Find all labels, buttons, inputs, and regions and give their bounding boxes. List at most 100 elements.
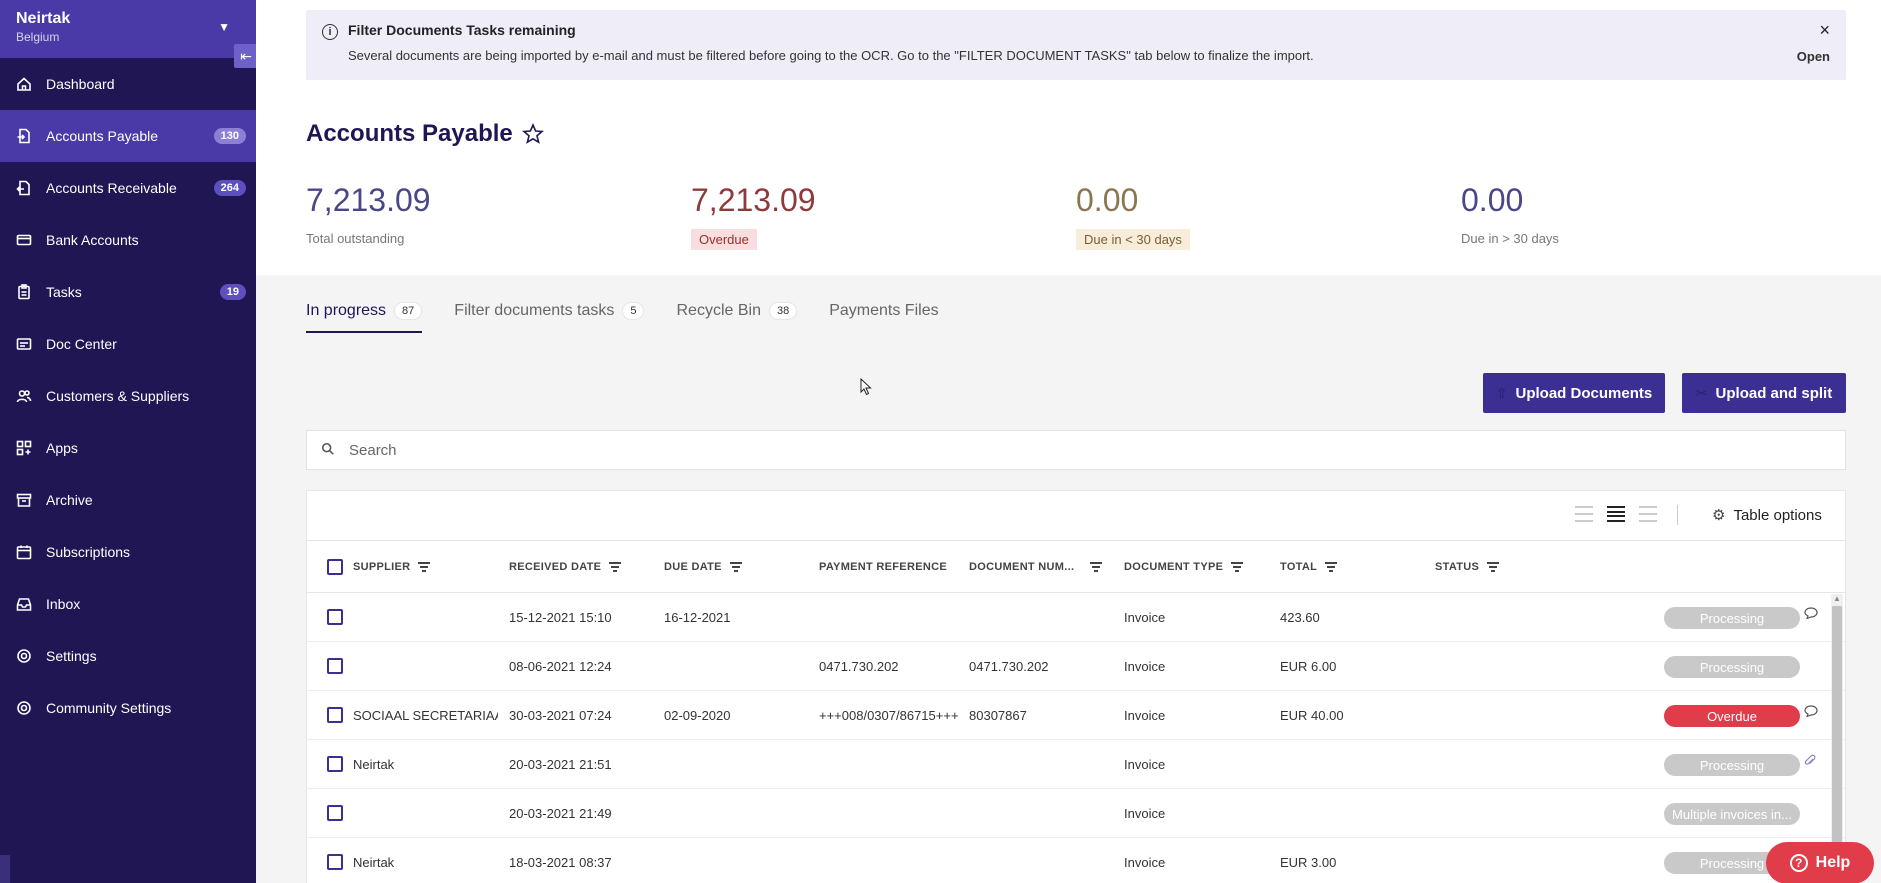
sidebar-item-label: Accounts Receivable (46, 180, 177, 196)
alert-title: Filter Documents Tasks remaining (348, 22, 576, 38)
sidebar-item-subscriptions[interactable]: Subscriptions (0, 526, 256, 578)
tab-label: Payments Files (829, 302, 939, 319)
org-switcher[interactable]: Neirtak Belgium ▼ (0, 0, 256, 58)
table-row[interactable]: 15-12-2021 15:10 16-12-2021 Invoice 423.60 P… (307, 593, 1845, 642)
column-header[interactable]: DOCUMENT TYPE (1124, 561, 1244, 573)
table-row[interactable]: Neirtak 18-03-2021 08:37 Invoice EUR 3.00 Pr… (307, 838, 1845, 883)
sidebar-item-dashboard[interactable]: Dashboard (0, 58, 256, 110)
table-row[interactable]: 08-06-2021 12:24 0471.730.202 0471.730.202… (307, 642, 1845, 691)
close-icon[interactable]: × (1819, 20, 1830, 41)
filter-icon[interactable] (1090, 562, 1103, 572)
filter-icon[interactable] (1325, 562, 1338, 572)
alert-text: Several documents are being imported by … (348, 48, 1314, 63)
column-header[interactable]: DUE DATE (664, 561, 742, 573)
table-options-button[interactable]: ⚙ Table options (1712, 506, 1822, 525)
cell-payref: +++008/0307/86715+++ (819, 708, 959, 723)
sidebar-item-badge: 19 (219, 284, 246, 300)
folder-icon (14, 334, 34, 354)
table-row[interactable]: 20-03-2021 21:49 Invoice Multiple invoices… (307, 789, 1845, 838)
paperclip-icon[interactable] (1804, 754, 1816, 771)
sidebar-item-badge: 130 (213, 128, 246, 144)
alert-open-link[interactable]: Open (1797, 49, 1830, 64)
stat-label: Total outstanding (306, 231, 405, 246)
tab-filter-documents-tasks[interactable]: Filter documents tasks 5 (454, 293, 645, 329)
content-area: In progress 87 Filter documents tasks 5 Recy… (256, 275, 1881, 883)
sidebar-item-accounts-receivable[interactable]: Accounts Receivable 264 (0, 162, 256, 214)
search-icon (321, 442, 337, 458)
star-icon[interactable] (521, 122, 545, 146)
tab-label: Filter documents tasks (454, 302, 615, 319)
chevron-down-icon[interactable]: ▼ (218, 20, 230, 34)
table-row[interactable]: SOCIAAL SECRETARIAAT V... 30-03-2021 07:2… (307, 691, 1845, 740)
comment-icon[interactable] (1804, 607, 1818, 622)
split-icon: ✂ (1695, 384, 1708, 401)
sidebar-item-tasks[interactable]: Tasks 19 (0, 266, 256, 318)
upload-icon: ⇧ (1495, 384, 1508, 401)
upload-and-split-button[interactable]: ✂ Upload and split (1682, 373, 1846, 413)
select-all-checkbox[interactable] (327, 559, 343, 575)
row-checkbox[interactable] (327, 707, 343, 723)
sidebar-item-doc-center[interactable]: Doc Center (0, 318, 256, 370)
column-header-label: TOTAL (1280, 561, 1318, 573)
sidebar-item-archive[interactable]: Archive (0, 474, 256, 526)
sidebar-item-settings[interactable]: Settings (0, 630, 256, 682)
calendar-icon (14, 542, 34, 562)
row-checkbox[interactable] (327, 854, 343, 870)
tabs: In progress 87 Filter documents tasks 5 Recy… (306, 293, 971, 333)
row-checkbox[interactable] (327, 658, 343, 674)
density-standard-icon[interactable] (1607, 506, 1625, 522)
tab-in-progress[interactable]: In progress 87 (306, 293, 423, 333)
density-compact-icon[interactable] (1575, 506, 1593, 522)
documents-table: ⚙ Table options SUPPLIER RECEIVED DATE DUE… (306, 490, 1846, 883)
column-header[interactable]: RECEIVED DATE (509, 561, 622, 573)
card-icon (14, 230, 34, 250)
sidebar-item-bank-accounts[interactable]: Bank Accounts (0, 214, 256, 266)
help-button[interactable]: ? Help (1766, 842, 1874, 883)
row-checkbox[interactable] (327, 609, 343, 625)
table-toolbar: ⚙ Table options (307, 491, 1845, 541)
row-checkbox[interactable] (327, 756, 343, 772)
top-area: i Filter Documents Tasks remaining Sever… (256, 0, 1881, 275)
table-scrollbar[interactable]: ▲ (1831, 594, 1843, 883)
column-header[interactable]: STATUS (1435, 561, 1500, 573)
scroll-up-icon[interactable]: ▲ (1833, 594, 1841, 603)
sidebar-item-inbox[interactable]: Inbox (0, 578, 256, 630)
cell-supplier: Neirtak (353, 757, 395, 772)
filter-icon[interactable] (1487, 562, 1500, 572)
filter-icon[interactable] (418, 562, 431, 572)
sidebar-item-customers-suppliers[interactable]: Customers & Suppliers (0, 370, 256, 422)
column-header-label: DUE DATE (664, 561, 722, 573)
stat-label: Due in < 30 days (1076, 229, 1190, 250)
filter-icon[interactable] (609, 562, 622, 572)
sidebar-item-label: Doc Center (46, 336, 117, 352)
stat-due-lt-30: 0.00 Due in < 30 days (1076, 182, 1190, 250)
column-header[interactable]: PAYMENT REFERENCE (819, 561, 947, 573)
search-input[interactable] (349, 441, 1749, 459)
main-content: i Filter Documents Tasks remaining Sever… (256, 0, 1881, 883)
cell-type: Invoice (1124, 610, 1166, 625)
gear-icon: ⚙ (1712, 507, 1726, 524)
column-header[interactable]: TOTAL (1280, 561, 1338, 573)
row-checkbox[interactable] (327, 805, 343, 821)
sidebar-item-community-settings[interactable]: Community Settings (0, 682, 256, 734)
comment-icon[interactable] (1804, 705, 1818, 720)
tab-recycle-bin[interactable]: Recycle Bin 38 (676, 293, 798, 329)
density-comfortable-icon[interactable] (1639, 506, 1657, 522)
archive-icon (14, 490, 34, 510)
column-header[interactable]: SUPPLIER (353, 561, 431, 573)
tab-payments-files[interactable]: Payments Files (829, 293, 938, 329)
search-bar (306, 430, 1846, 470)
filter-icon[interactable] (729, 562, 742, 572)
sidebar-item-accounts-payable[interactable]: Accounts Payable 130 (0, 110, 256, 162)
column-header[interactable]: DOCUMENT NUM... (969, 561, 1109, 573)
filter-tasks-alert: i Filter Documents Tasks remaining Sever… (306, 10, 1846, 80)
table-row[interactable]: Neirtak 20-03-2021 21:51 Invoice Processing (307, 740, 1845, 789)
filter-icon[interactable] (1231, 562, 1244, 572)
tab-count-badge: 38 (768, 302, 798, 320)
cell-due: 16-12-2021 (664, 610, 731, 625)
sidebar-item-apps[interactable]: Apps (0, 422, 256, 474)
column-header-label: STATUS (1435, 561, 1480, 573)
stat-overdue: 7,213.09 Overdue (691, 182, 816, 250)
sidebar: Neirtak Belgium ▼ ⇤ Dashboard Accounts Pa… (0, 0, 258, 883)
upload-documents-button[interactable]: ⇧ Upload Documents (1483, 373, 1665, 413)
